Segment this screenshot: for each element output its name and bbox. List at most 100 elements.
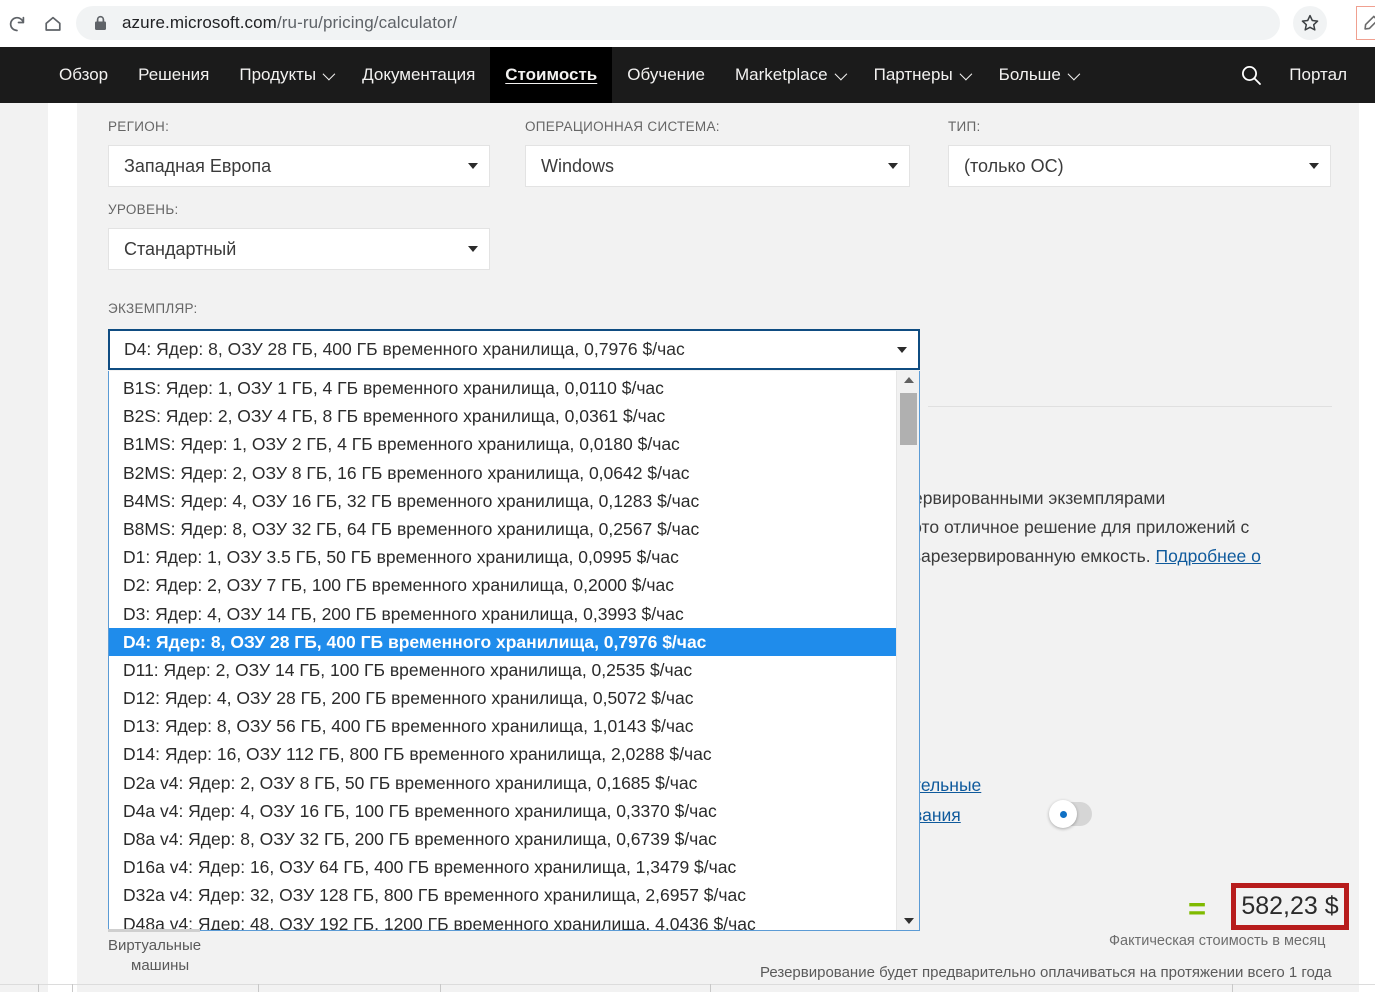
bottom-tick xyxy=(258,984,259,992)
region-select[interactable]: Западная Европа xyxy=(108,145,490,187)
nav-item-overview[interactable]: Обзор xyxy=(44,47,123,103)
total-cost-caption: Фактическая стоимость в месяц xyxy=(1109,933,1326,949)
page-left-band xyxy=(48,103,77,992)
vm-label-line-2: машины xyxy=(131,956,190,974)
azure-top-navigation: Обзор Решения Продукты Документация Стои… xyxy=(0,47,1375,103)
bottom-divider xyxy=(0,984,1375,985)
bottom-tick xyxy=(440,984,441,992)
search-icon[interactable] xyxy=(1228,47,1274,103)
nav-item-label: Обзор xyxy=(59,65,109,84)
instance-option[interactable]: B2MS: Ядер: 2, ОЗУ 8 ГБ, 16 ГБ временног… xyxy=(109,459,896,487)
reservation-description-line-1: ервированными экземплярами xyxy=(913,488,1166,508)
instance-option[interactable]: B2S: Ядер: 2, ОЗУ 4 ГБ, 8 ГБ временного … xyxy=(109,402,896,430)
instance-label: ЭКЗЕМПЛЯР: xyxy=(108,301,198,316)
lock-icon xyxy=(90,13,110,33)
nav-item-more[interactable]: Больше xyxy=(984,47,1092,103)
reservation-description-text: зарезервированную емкость. xyxy=(913,546,1156,566)
operating-system-select[interactable]: Windows xyxy=(525,145,910,187)
bottom-tick xyxy=(38,984,39,992)
reservation-link-line-1: тельные xyxy=(913,775,981,796)
instance-option[interactable]: D14: Ядер: 16, ОЗУ 112 ГБ, 800 ГБ времен… xyxy=(109,740,896,768)
panel-divider xyxy=(928,406,1332,407)
page-right-band xyxy=(1359,103,1375,992)
region-select-value: Западная Европа xyxy=(124,155,272,176)
nav-item-portal[interactable]: Портал xyxy=(1274,47,1375,103)
nav-item-products[interactable]: Продукты xyxy=(224,47,347,103)
instance-option[interactable]: B8MS: Ядер: 8, ОЗУ 32 ГБ, 64 ГБ временно… xyxy=(109,515,896,543)
instance-option[interactable]: D2a v4: Ядер: 2, ОЗУ 8 ГБ, 50 ГБ временн… xyxy=(109,769,896,797)
bookmark-star-icon[interactable] xyxy=(1293,6,1327,40)
reservation-toggle[interactable] xyxy=(1049,800,1092,828)
tier-select[interactable]: Стандартный xyxy=(108,228,490,270)
reservation-description-line-3: зарезервированную емкость. Подробнее о xyxy=(913,546,1261,567)
instance-option[interactable]: D32a v4: Ядер: 32, ОЗУ 128 ГБ, 800 ГБ вр… xyxy=(109,881,896,909)
instance-select[interactable]: D4: Ядер: 8, ОЗУ 28 ГБ, 400 ГБ временног… xyxy=(108,329,920,370)
nav-item-partners[interactable]: Партнеры xyxy=(859,47,984,103)
nav-item-label: Партнеры xyxy=(873,65,953,84)
url-path: /ru-ru/pricing/calculator/ xyxy=(276,13,458,32)
instance-option[interactable]: D4a v4: Ядер: 4, ОЗУ 16 ГБ, 100 ГБ време… xyxy=(109,797,896,825)
extension-icon[interactable] xyxy=(1356,6,1375,40)
operating-system-select-value: Windows xyxy=(541,155,615,176)
url-host: azure.microsoft.com xyxy=(122,13,277,32)
nav-item-marketplace[interactable]: Marketplace xyxy=(720,47,859,103)
instance-option[interactable]: B1MS: Ядер: 1, ОЗУ 2 ГБ, 4 ГБ временного… xyxy=(109,430,896,458)
nav-item-label: Обучение xyxy=(627,65,705,84)
operating-system-label: ОПЕРАЦИОННАЯ СИСТЕМА: xyxy=(525,119,720,134)
scrollbar-thumb[interactable] xyxy=(900,393,917,445)
total-cost-value: 582,23 $ xyxy=(1241,892,1339,920)
home-icon[interactable] xyxy=(38,9,68,39)
learn-more-link[interactable]: Подробнее о xyxy=(1156,546,1261,566)
chevron-down-icon xyxy=(959,67,972,80)
nav-item-label: Продукты xyxy=(239,65,317,84)
instance-option[interactable]: D16a v4: Ядер: 16, ОЗУ 64 ГБ, 400 ГБ вре… xyxy=(109,853,896,881)
chevron-down-icon xyxy=(468,246,478,252)
chevron-down-icon xyxy=(834,67,847,80)
nav-item-pricing[interactable]: Стоимость xyxy=(490,47,613,103)
reservation-link-line-2: вания xyxy=(913,805,961,826)
additional-options-link[interactable]: тельные xyxy=(913,775,981,795)
chevron-down-icon xyxy=(897,346,907,353)
reservation-description-line-2: это отличное решение для приложений с xyxy=(913,517,1250,537)
nav-item-label: Решения xyxy=(138,65,210,84)
instance-dropdown-listbox[interactable]: B1S: Ядер: 1, ОЗУ 1 ГБ, 4 ГБ временного … xyxy=(108,371,920,931)
instance-option[interactable]: D8a v4: Ядер: 8, ОЗУ 32 ГБ, 200 ГБ време… xyxy=(109,825,896,853)
instance-option[interactable]: D11: Ядер: 2, ОЗУ 14 ГБ, 100 ГБ временно… xyxy=(109,656,896,684)
nav-item-label: Документация xyxy=(362,65,476,84)
instance-option[interactable]: D48a v4: Ядер: 48, ОЗУ 192 ГБ, 1200 ГБ в… xyxy=(109,910,896,930)
scroll-up-arrow-icon[interactable] xyxy=(897,371,919,389)
chevron-down-icon xyxy=(1309,163,1319,169)
instance-option[interactable]: D12: Ядер: 4, ОЗУ 28 ГБ, 200 ГБ временно… xyxy=(109,684,896,712)
instance-option[interactable]: D3: Ядер: 4, ОЗУ 14 ГБ, 200 ГБ временног… xyxy=(109,600,896,628)
instance-option[interactable]: D1: Ядер: 1, ОЗУ 3.5 ГБ, 50 ГБ временног… xyxy=(109,543,896,571)
type-select[interactable]: (только ОС) xyxy=(948,145,1331,187)
equals-sign: = xyxy=(1188,891,1207,926)
bottom-tick xyxy=(710,984,711,992)
instance-option[interactable]: D4: Ядер: 8, ОЗУ 28 ГБ, 400 ГБ временног… xyxy=(109,627,896,656)
nav-item-documentation[interactable]: Документация xyxy=(347,47,490,103)
nav-item-solutions[interactable]: Решения xyxy=(123,47,224,103)
nav-item-label: Стоимость xyxy=(505,65,598,84)
reload-icon[interactable] xyxy=(2,9,32,39)
footer-input-stub xyxy=(108,929,200,932)
vm-label-line-1: Виртуальные xyxy=(108,937,202,954)
chevron-down-icon xyxy=(1067,67,1081,80)
chevron-down-icon xyxy=(322,67,336,80)
instance-option[interactable]: D13: Ядер: 8, ОЗУ 56 ГБ, 400 ГБ временно… xyxy=(109,712,896,740)
region-label: РЕГИОН: xyxy=(108,119,170,134)
instance-option[interactable]: B4MS: Ядер: 4, ОЗУ 16 ГБ, 32 ГБ временно… xyxy=(109,487,896,515)
instance-option[interactable]: D2: Ядер: 2, ОЗУ 7 ГБ, 100 ГБ временного… xyxy=(109,571,896,599)
address-bar[interactable]: azure.microsoft.com/ru-ru/pricing/calcul… xyxy=(76,6,1280,40)
reservation-toggle-dot xyxy=(1059,810,1067,818)
instance-option[interactable]: B1S: Ядер: 1, ОЗУ 1 ГБ, 4 ГБ временного … xyxy=(109,374,896,402)
dropdown-scrollbar[interactable] xyxy=(896,371,919,930)
nav-item-training[interactable]: Обучение xyxy=(612,47,720,103)
reservation-toggle-knob xyxy=(1049,800,1077,828)
reservation-link[interactable]: вания xyxy=(913,805,961,825)
nav-item-label: Больше xyxy=(998,65,1061,84)
tier-label: УРОВЕНЬ: xyxy=(108,202,179,217)
chevron-down-icon xyxy=(468,163,478,169)
instance-option-list: B1S: Ядер: 1, ОЗУ 1 ГБ, 4 ГБ временного … xyxy=(109,371,896,930)
scroll-down-arrow-icon[interactable] xyxy=(897,912,919,930)
